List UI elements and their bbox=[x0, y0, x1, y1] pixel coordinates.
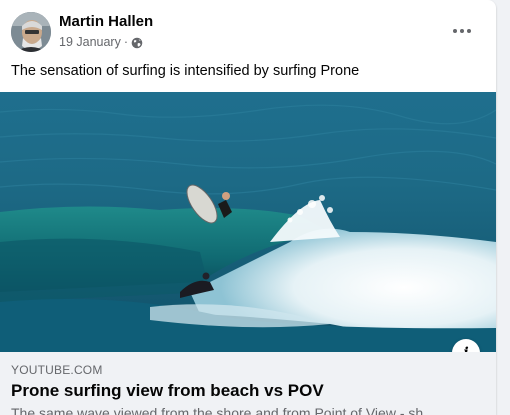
post-text: The sensation of surfing is intensified … bbox=[11, 63, 360, 79]
post-meta: 19 January · bbox=[59, 35, 143, 49]
meta-separator: · bbox=[123, 35, 129, 49]
link-title[interactable]: Prone surfing view from beach vs POV bbox=[11, 381, 324, 401]
post-date[interactable]: 19 January bbox=[59, 35, 121, 49]
link-description: The same wave viewed from the shore and … bbox=[11, 405, 424, 415]
post-card: Martin Hallen 19 January · The sensation… bbox=[0, 0, 496, 415]
post-header: Martin Hallen 19 January · bbox=[0, 0, 496, 56]
more-horizontal-icon bbox=[453, 29, 457, 33]
author-name[interactable]: Martin Hallen bbox=[59, 13, 153, 30]
more-options-button[interactable] bbox=[444, 18, 480, 44]
avatar[interactable] bbox=[11, 12, 51, 52]
link-preview[interactable]: YOUTUBE.COM Prone surfing view from beac… bbox=[0, 352, 496, 415]
avatar-image bbox=[11, 12, 51, 52]
link-domain: YOUTUBE.COM bbox=[11, 363, 103, 377]
globe-icon[interactable] bbox=[131, 37, 143, 49]
surfing-image bbox=[0, 92, 496, 352]
video-thumbnail[interactable]: i bbox=[0, 92, 496, 352]
